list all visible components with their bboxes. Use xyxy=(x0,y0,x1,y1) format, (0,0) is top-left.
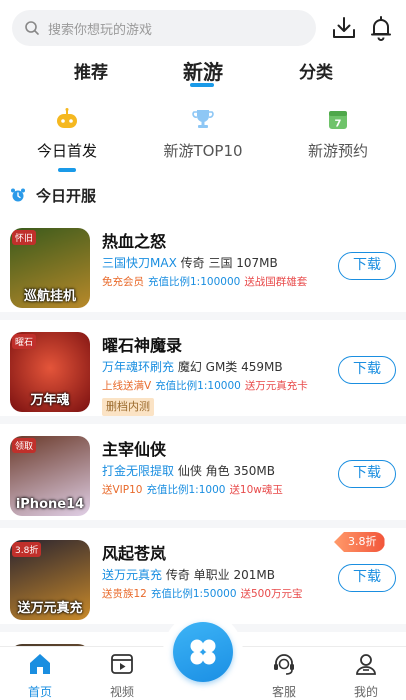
nav-label: 首页 xyxy=(27,685,52,699)
game-tags: 上线送满V 充值比例1:10000 送万元真充卡 xyxy=(102,378,308,393)
bell-icon[interactable] xyxy=(367,14,395,42)
game-meta: 万年魂环刷充 魔幻 GM类 459MB xyxy=(102,358,283,375)
game-info: 传奇 三国 107MB xyxy=(180,256,278,270)
nav-customer-service[interactable]: 客服 xyxy=(254,651,314,700)
game-meta: 打金无限提取 仙侠 角色 350MB xyxy=(102,462,275,479)
top-bar: 搜索你想玩的游戏 xyxy=(0,0,406,56)
game-meta: 三国快刀MAX 传奇 三国 107MB xyxy=(102,254,278,271)
thumb-caption: 万年魂 xyxy=(30,393,70,408)
game-thumbnail: 曜石 万年魂 xyxy=(10,332,90,412)
nav-label: 客服 xyxy=(271,685,296,699)
thumb-caption: 送万元真充 xyxy=(17,601,83,616)
search-placeholder: 搜索你想玩的游戏 xyxy=(48,22,153,38)
calendar-icon: 7 xyxy=(329,111,347,130)
thumb-caption: iPhone14 xyxy=(15,497,85,512)
subtab-label: 新游TOP10 xyxy=(163,142,243,160)
thumb-corner-label: 3.8折 xyxy=(12,542,42,557)
download-icon[interactable] xyxy=(330,14,358,42)
game-tags: 送贵族12 充值比例1:50000 送500万元宝 xyxy=(102,586,303,601)
subtab-label: 今日首发 xyxy=(36,142,97,160)
tag: 送500万元宝 xyxy=(240,588,303,600)
game-thumbnail: 3.8折 送万元真充 xyxy=(10,540,90,620)
tag: 充值比例1:10000 xyxy=(155,380,241,392)
gamepad-icon xyxy=(57,108,77,128)
tag: 充值比例1:50000 xyxy=(150,588,237,600)
game-info: 仙侠 角色 350MB xyxy=(177,464,275,478)
nav-label: 我的 xyxy=(353,685,378,699)
game-highlight: 万年魂环刷充 xyxy=(102,360,175,374)
tab-recommend[interactable]: 推荐 xyxy=(56,58,126,83)
search-icon xyxy=(25,21,39,35)
subtab-label: 新游预约 xyxy=(307,142,368,160)
subtab-today-launch[interactable]: 今日首发 xyxy=(12,100,122,161)
discount-badge: 3.8折 xyxy=(334,532,385,552)
game-thumbnail: 领取 iPhone14 xyxy=(10,436,90,516)
nav-label: 视频 xyxy=(109,685,134,699)
tag: 送VIP10 xyxy=(102,484,143,496)
thumb-corner-label: 领取 xyxy=(12,438,37,453)
subtab-reserve[interactable]: 7 新游预约 xyxy=(283,100,393,161)
game-tags: 送VIP10 充值比例1:1000 送10w魂玉 xyxy=(102,482,283,497)
home-icon xyxy=(30,654,50,674)
thumb-corner-label: 曜石 xyxy=(12,334,37,349)
trophy-icon xyxy=(192,110,214,128)
game-name: 曜石神魔录 xyxy=(102,336,183,355)
tag: 充值比例1:1000 xyxy=(146,484,226,496)
subtab-top10[interactable]: 新游TOP10 xyxy=(148,100,258,161)
section-header: 今日开服 xyxy=(10,184,96,206)
alarm-clock-icon xyxy=(11,188,25,202)
game-list: 怀旧 巡航挂机 热血之怒 三国快刀MAX 传奇 三国 107MB 免充会员 充值比… xyxy=(0,216,406,646)
game-highlight: 送万元真充 xyxy=(102,568,163,582)
download-button[interactable]: 下载 xyxy=(338,356,396,384)
sub-tabs: 今日首发 新游TOP10 7 新游预约 xyxy=(0,100,406,176)
game-name: 热血之怒 xyxy=(102,232,167,251)
profile-icon xyxy=(356,654,376,675)
customer-service-icon xyxy=(274,654,294,675)
game-highlight: 打金无限提取 xyxy=(102,464,175,478)
tag: 上线送满V xyxy=(102,380,152,392)
thumb-corner-label: 怀旧 xyxy=(12,230,37,245)
game-highlight: 三国快刀MAX xyxy=(102,256,177,270)
download-button[interactable]: 下载 xyxy=(338,460,396,488)
main-tabs: 推荐 新游 分类 xyxy=(0,56,406,92)
search-input[interactable]: 搜索你想玩的游戏 xyxy=(12,10,316,46)
section-title: 今日开服 xyxy=(36,186,97,205)
thumb-caption: 巡航挂机 xyxy=(23,289,76,304)
game-name: 风起苍岚 xyxy=(102,544,167,563)
game-name: 主宰仙侠 xyxy=(102,440,167,459)
game-info: 传奇 单职业 201MB xyxy=(165,568,275,582)
game-thumbnail: 怀旧 巡航挂机 xyxy=(10,228,90,308)
tag: 免充会员 xyxy=(102,276,144,288)
game-card[interactable]: 怀旧 巡航挂机 热血之怒 三国快刀MAX 传奇 三国 107MB 免充会员 充值比… xyxy=(0,216,406,312)
video-icon xyxy=(111,654,133,674)
game-meta: 送万元真充 传奇 单职业 201MB xyxy=(102,566,275,583)
beta-badge: 删档内测 xyxy=(102,398,154,416)
tag: 送战国群雄套 xyxy=(244,276,308,288)
nav-video[interactable]: 视频 xyxy=(92,651,152,700)
game-card[interactable]: 曜石 万年魂 曜石神魔录 万年魂环刷充 魔幻 GM类 459MB 上线送满V 充值… xyxy=(0,320,406,416)
center-fab-button[interactable] xyxy=(173,622,233,682)
tag: 送万元真充卡 xyxy=(244,380,308,392)
download-button[interactable]: 下载 xyxy=(338,252,396,280)
tag: 送贵族12 xyxy=(102,588,147,600)
center-fab-icon xyxy=(190,639,216,665)
download-button[interactable]: 下载 xyxy=(338,564,396,592)
calendar-day: 7 xyxy=(335,119,342,130)
nav-profile[interactable]: 我的 xyxy=(336,651,396,700)
game-info: 魔幻 GM类 459MB xyxy=(177,360,283,374)
tag: 充值比例1:100000 xyxy=(148,276,241,288)
game-card[interactable]: 领取 iPhone14 主宰仙侠 打金无限提取 仙侠 角色 350MB 送VIP… xyxy=(0,424,406,520)
active-tab-indicator xyxy=(190,83,214,87)
game-card[interactable]: 3.8折 送万元真充 风起苍岚 送万元真充 传奇 单职业 201MB 送贵族12… xyxy=(0,528,406,624)
active-subtab-indicator xyxy=(58,168,76,172)
tag: 送10w魂玉 xyxy=(229,484,283,496)
tab-new-games[interactable]: 新游 xyxy=(168,56,238,85)
nav-home[interactable]: 首页 xyxy=(10,651,70,700)
tab-category[interactable]: 分类 xyxy=(281,58,351,83)
game-tags: 免充会员 充值比例1:100000 送战国群雄套 xyxy=(102,274,307,289)
